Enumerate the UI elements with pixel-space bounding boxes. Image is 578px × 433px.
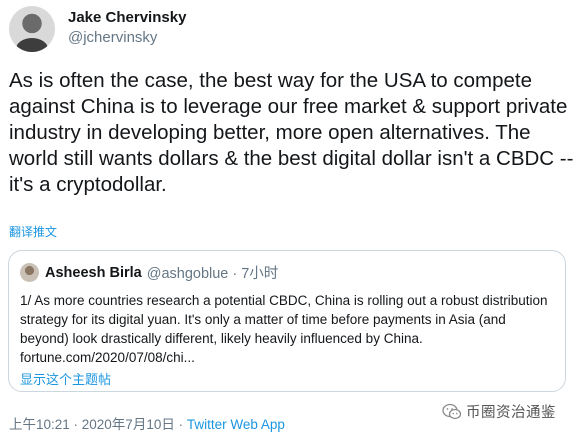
author-names: Jake Chervinsky @jchervinsky: [68, 6, 186, 47]
quoted-author-avatar: [20, 263, 39, 282]
wechat-icon: [442, 403, 462, 419]
tweet-source-link[interactable]: Twitter Web App: [187, 417, 285, 432]
author-avatar[interactable]: [9, 6, 55, 52]
quoted-author-name: Asheesh Birla: [45, 264, 142, 281]
quoted-tweet[interactable]: Asheesh Birla @ashgoblue · 7小时 1/ As mor…: [8, 250, 566, 392]
tweet-text: As is often the case, the best way for t…: [9, 69, 574, 196]
author-handle[interactable]: @jchervinsky: [68, 28, 186, 47]
quoted-tweet-header: Asheesh Birla @ashgoblue · 7小时: [20, 262, 278, 283]
show-thread-link[interactable]: 显示这个主题帖: [20, 369, 111, 388]
tweet-meta: 上午10:21 · 2020年7月10日 · Twitter Web App: [9, 413, 285, 433]
translate-tweet-link[interactable]: 翻译推文: [9, 223, 57, 240]
quoted-tweet-text: 1/ As more countries research a potentia…: [20, 293, 548, 365]
watermark: 币圈资治通鉴: [442, 401, 556, 422]
tweet-header: Jake Chervinsky @jchervinsky: [9, 6, 186, 52]
author-display-name[interactable]: Jake Chervinsky: [68, 7, 186, 28]
quoted-author-handle-time: @ashgoblue · 7小时: [146, 266, 279, 282]
watermark-text: 币圈资治通鉴: [466, 405, 556, 421]
tweet-timestamp[interactable]: 上午10:21 · 2020年7月10日 ·: [9, 417, 187, 432]
tweet-card: Jake Chervinsky @jchervinsky As is often…: [0, 0, 578, 433]
